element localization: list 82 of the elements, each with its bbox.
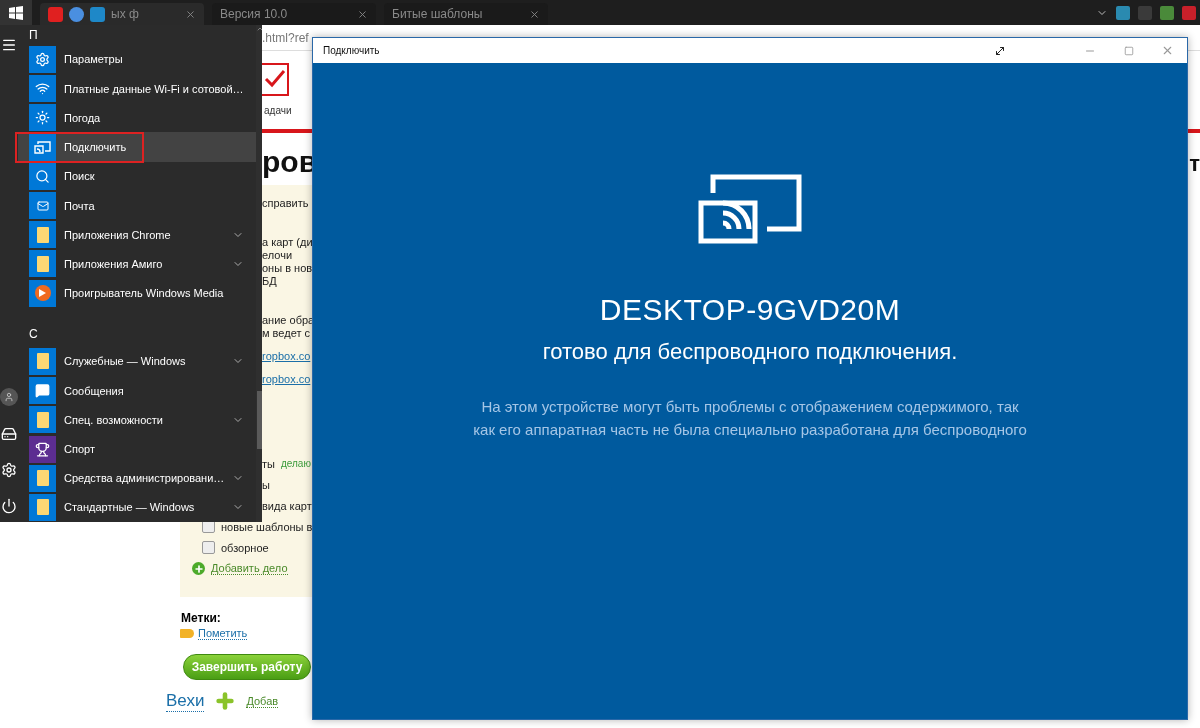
labels-title: Метки: xyxy=(181,611,222,625)
app-list-item[interactable]: Почта xyxy=(18,190,257,221)
app-list-item[interactable]: Поиск xyxy=(18,161,257,191)
tag-icon xyxy=(180,629,194,638)
section-letter[interactable]: С xyxy=(18,307,257,347)
task-text: ы xyxy=(262,478,270,491)
task-text: ты xyxy=(262,457,275,470)
trophy-icon xyxy=(35,441,50,457)
chat-icon xyxy=(35,383,50,399)
plus-icon[interactable] xyxy=(192,562,205,575)
dropbox-link[interactable]: ropbox.co xyxy=(262,373,311,386)
window-title: Подключить xyxy=(323,45,381,56)
file-explorer-icon[interactable] xyxy=(1,426,17,442)
close-icon xyxy=(1161,44,1174,57)
expand-icon[interactable] xyxy=(994,44,1006,57)
browser-tab[interactable]: ых ф xyxy=(40,3,204,25)
add-task-link[interactable]: Добавить дело xyxy=(211,562,288,575)
close-icon[interactable] xyxy=(529,8,540,20)
browser-tab[interactable]: Версия 10.0 xyxy=(212,3,376,25)
page-heading: т xyxy=(1189,151,1200,177)
status-text: готово для беспроводного подключения. xyxy=(542,339,958,365)
plus-icon[interactable] xyxy=(214,690,237,712)
section-letter[interactable]: П xyxy=(18,25,257,45)
app-list-item[interactable]: Платные данные Wi-Fi и сотовой… xyxy=(18,74,257,104)
app-list-item[interactable]: Стандартные — Windows xyxy=(18,492,257,522)
app-list-item[interactable]: Спец. возможности xyxy=(18,405,257,435)
folder-icon xyxy=(36,353,49,370)
add-milestone-link[interactable]: Добав xyxy=(246,694,279,708)
checkbox-label: новые шаблоны в xyxy=(221,520,313,533)
checkbox[interactable] xyxy=(202,541,215,554)
folder-icon xyxy=(36,411,49,428)
tag-link[interactable]: Пометить xyxy=(198,627,248,640)
tray-icon[interactable] xyxy=(1182,5,1196,20)
checkbox-label: обзорное xyxy=(221,541,269,554)
mail-icon xyxy=(36,199,49,212)
app-list-item[interactable]: Параметры xyxy=(18,44,257,74)
close-icon[interactable] xyxy=(357,8,368,20)
power-icon[interactable] xyxy=(1,498,17,514)
task-text: елочи xyxy=(262,249,294,262)
user-avatar[interactable] xyxy=(0,388,18,406)
tray-icon[interactable] xyxy=(1116,5,1130,20)
chevron-up-icon[interactable] xyxy=(256,25,262,33)
app-list-item[interactable]: Средства администрировани… xyxy=(18,463,257,493)
device-name: DESKTOP-9GVD20M xyxy=(599,293,901,327)
scrollbar[interactable] xyxy=(256,25,262,522)
app-list-item[interactable]: Подключить xyxy=(18,132,257,162)
close-icon[interactable] xyxy=(185,8,196,20)
scrollbar-thumb[interactable] xyxy=(257,391,262,449)
app-icon[interactable] xyxy=(48,6,63,22)
tray-icon[interactable] xyxy=(1160,5,1174,20)
gear-icon xyxy=(35,51,50,67)
sun-icon xyxy=(35,110,50,126)
milestones-link[interactable]: Вехи xyxy=(166,690,205,712)
app-list-item[interactable]: Служебные — Windows xyxy=(18,346,257,376)
app-list-item[interactable]: Погода xyxy=(18,103,257,133)
app-list-item[interactable]: Сообщения xyxy=(18,375,257,406)
wifi-icon xyxy=(35,81,50,97)
dropbox-link[interactable]: ropbox.co xyxy=(262,350,311,363)
task-text: вида карт xyxy=(262,499,312,512)
search-icon xyxy=(35,168,50,184)
app-list-item[interactable]: Проигрыватель Windows Media xyxy=(18,278,257,308)
folder-icon xyxy=(36,499,49,516)
settings-icon[interactable] xyxy=(1,462,17,478)
browser-tab[interactable]: Битые шаблоны xyxy=(384,3,548,25)
app-list-item[interactable]: Приложения Амиго xyxy=(18,249,257,279)
folder-icon xyxy=(36,255,49,272)
windows-logo-icon xyxy=(9,5,23,20)
menu-icon[interactable] xyxy=(1,37,17,53)
task-text: БД xyxy=(262,275,278,288)
start-button[interactable] xyxy=(0,0,32,25)
app-list-item[interactable]: Спорт xyxy=(18,434,257,464)
task-text: справить xyxy=(262,197,310,210)
play-icon xyxy=(34,285,51,302)
folder-icon xyxy=(36,470,49,487)
status-note: делаю xyxy=(280,458,311,469)
warning-text: На этом устройстве могут быть проблемы с отображением содержимого, так как его аппаратная часть не была специально разработана для беспроводного xyxy=(473,397,1027,440)
task-text: оны в нов xyxy=(262,262,314,275)
folder-icon xyxy=(36,226,49,243)
task-text: м ведет с xyxy=(262,327,311,340)
maximize-icon xyxy=(1123,45,1134,56)
app-list-item[interactable]: Приложения Chrome xyxy=(18,220,257,250)
task-text: а карт (ди xyxy=(262,236,314,249)
